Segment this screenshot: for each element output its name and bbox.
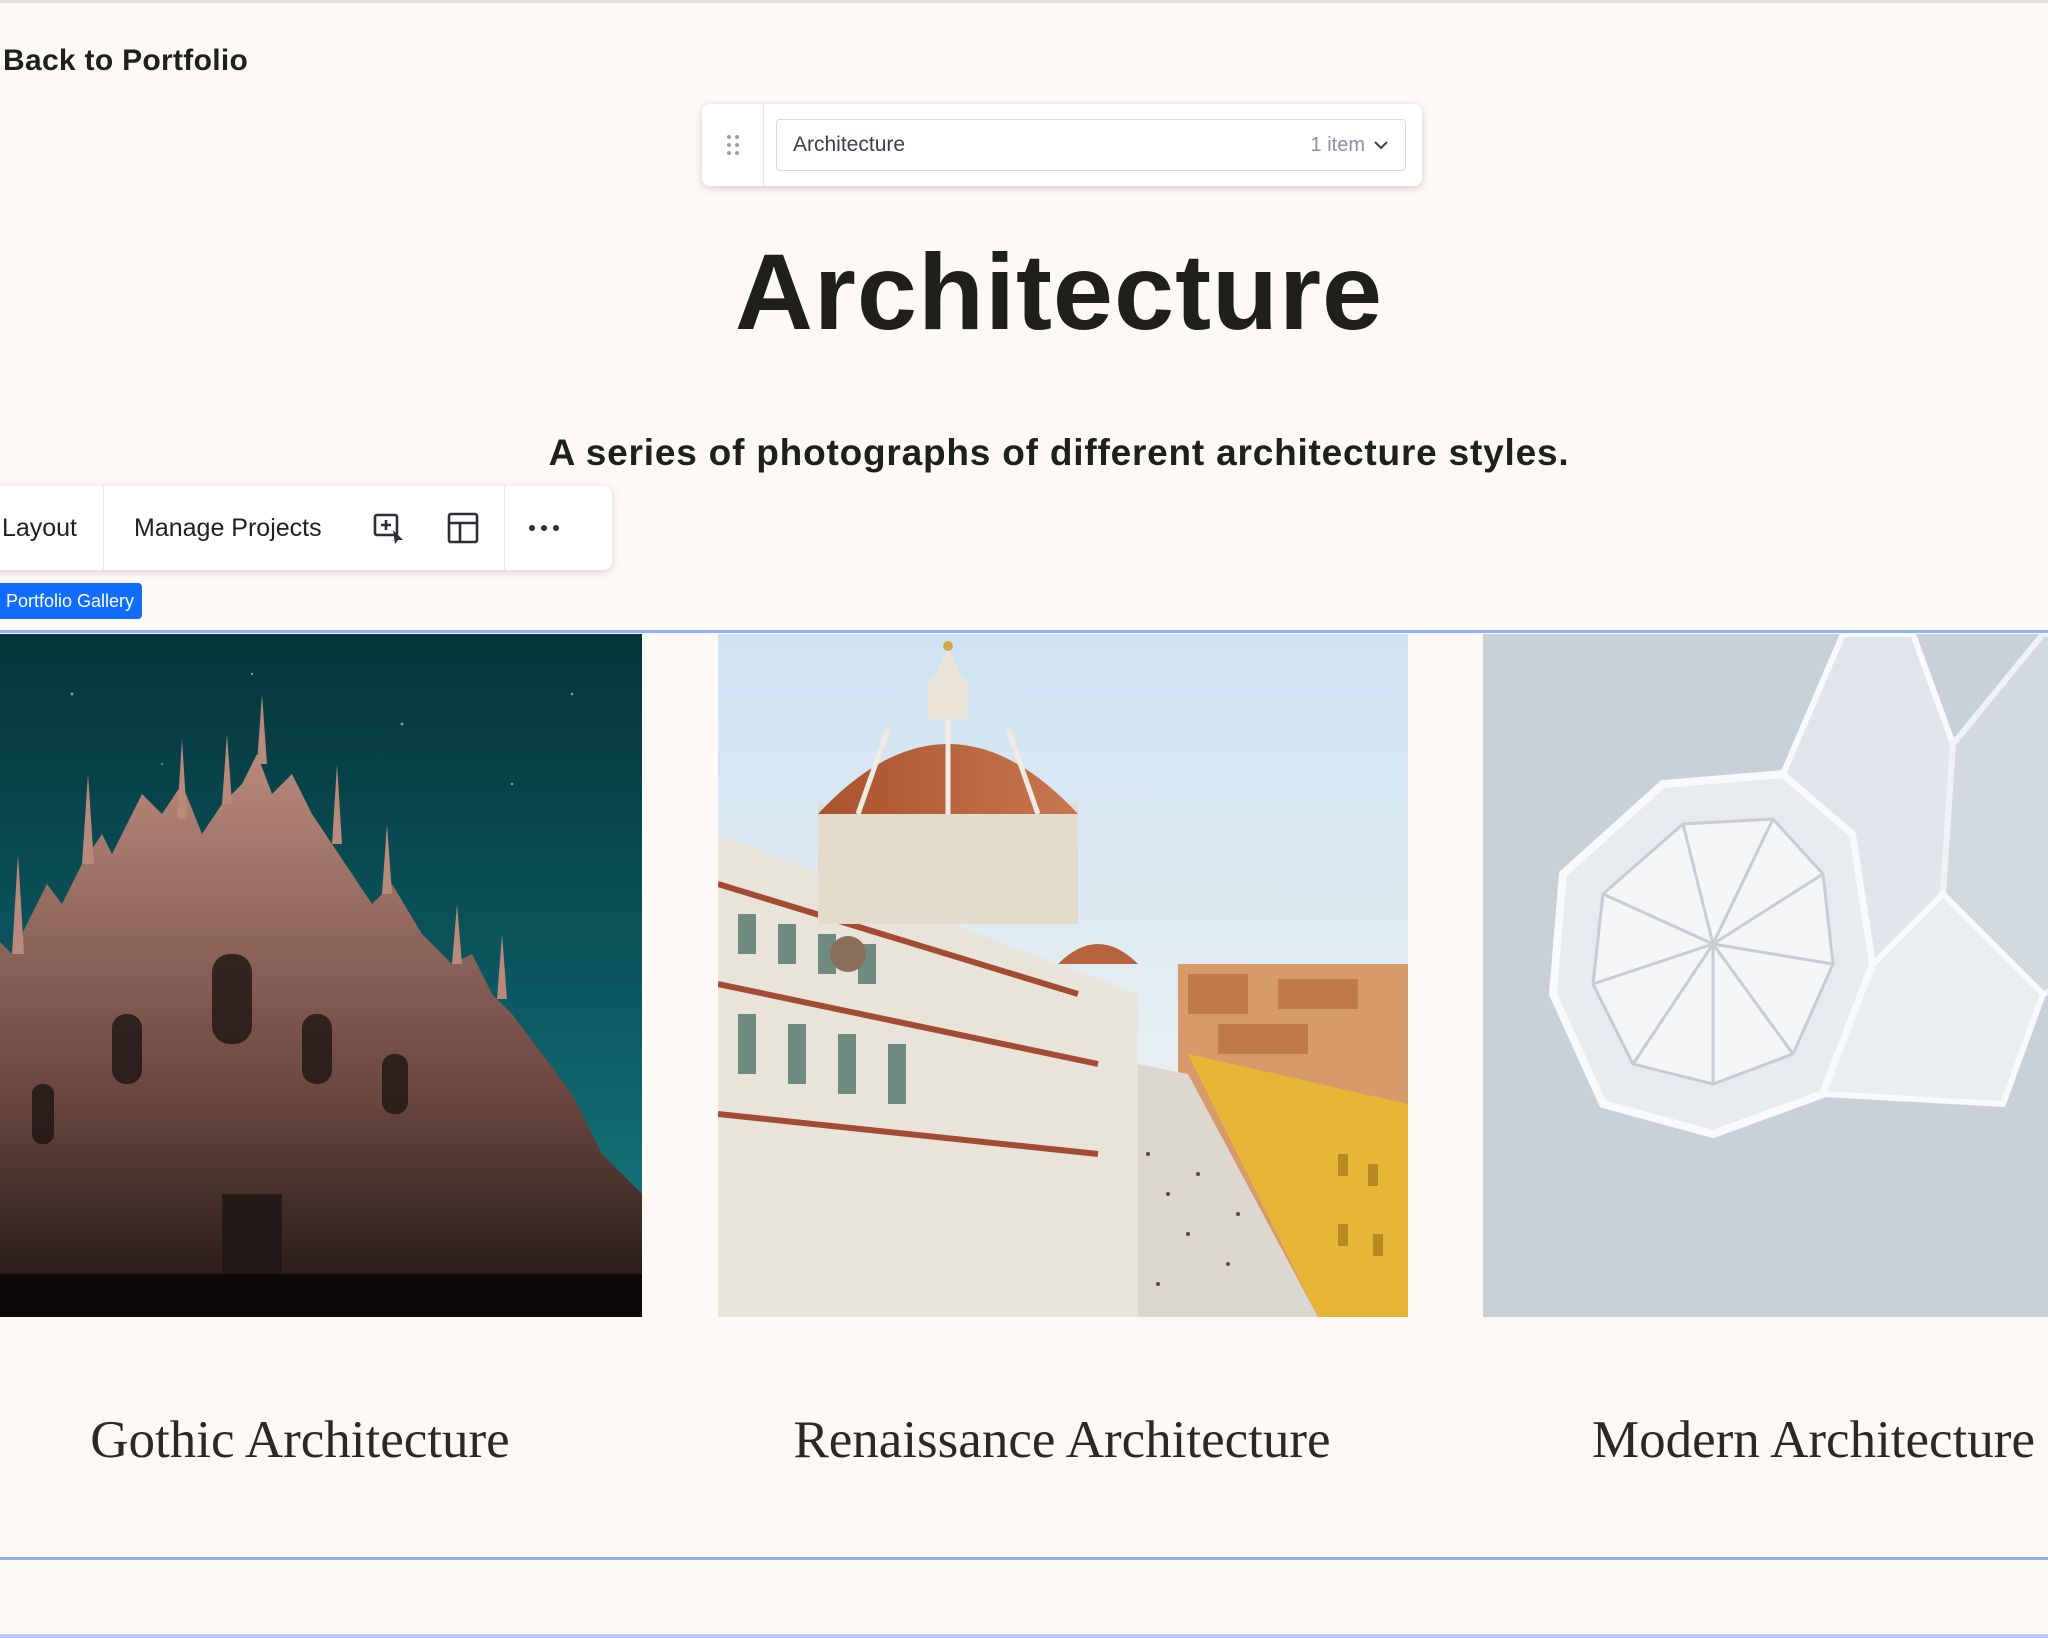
project-title-renaissance[interactable]: Renaissance Architecture (672, 1410, 1452, 1470)
gallery-toolbar: Layout Manage Projects (0, 486, 612, 570)
drag-handle-icon[interactable] (702, 104, 764, 186)
project-title-modern[interactable]: Modern Architecture (1420, 1410, 2048, 1470)
project-title-gothic[interactable]: Gothic Architecture (0, 1410, 690, 1470)
layout-icon[interactable] (426, 486, 500, 570)
renaissance-architecture-image[interactable] (718, 634, 1408, 1317)
top-divider (0, 0, 2048, 3)
portfolio-gallery-tag[interactable]: Portfolio Gallery (0, 583, 142, 619)
page-title: Architecture (734, 231, 1384, 352)
back-to-portfolio-link[interactable]: Back to Portfolio (3, 44, 248, 78)
layout-button[interactable]: Layout (0, 486, 104, 570)
chevron-down-icon (1374, 141, 1388, 150)
collection-dropdown[interactable]: Architecture 1 item (776, 119, 1406, 171)
portfolio-project-page: Back to Portfolio Architecture 1 item Ar… (0, 0, 2048, 1638)
manage-projects-button[interactable]: Manage Projects (104, 514, 352, 543)
bottom-divider (0, 1634, 2048, 1638)
more-icon[interactable] (503, 486, 584, 570)
page-subtitle: A series of photographs of different arc… (548, 432, 1570, 473)
add-project-icon[interactable] (352, 486, 426, 570)
gothic-architecture-image[interactable] (0, 634, 642, 1317)
collection-selector: Architecture 1 item (702, 104, 1422, 186)
collection-dropdown-value: Architecture (793, 133, 906, 156)
modern-architecture-image[interactable] (1483, 634, 2048, 1317)
collection-item-count: 1 item (1310, 133, 1365, 156)
